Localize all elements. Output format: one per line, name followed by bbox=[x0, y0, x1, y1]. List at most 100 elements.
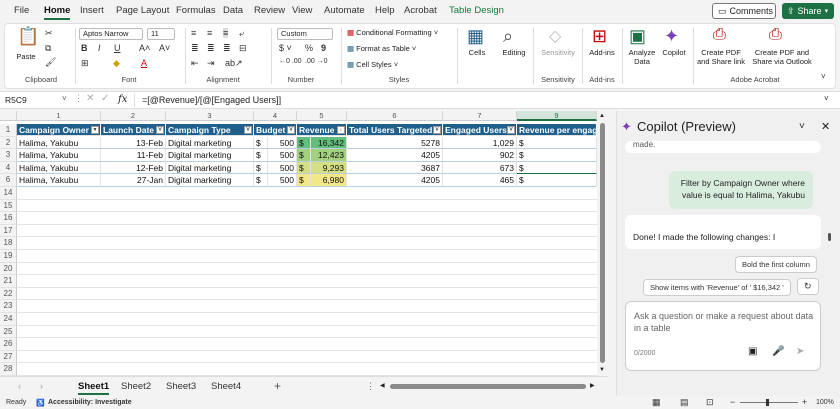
table-cell-rpe[interactable]: $ bbox=[517, 149, 597, 162]
row-header[interactable]: 1 bbox=[0, 124, 17, 137]
table-cell-type[interactable]: Digital marketing bbox=[166, 161, 254, 175]
row-header[interactable]: 2 bbox=[0, 136, 17, 150]
font-size-select[interactable]: 11 bbox=[147, 28, 175, 40]
sheet-tab-sheet3[interactable]: Sheet3 bbox=[166, 381, 196, 392]
normal-view-icon[interactable]: ▦ bbox=[652, 397, 661, 408]
worksheet-grid[interactable]: 1 2 3 4 5 6 7 8 9 1234614151617181920212… bbox=[0, 111, 608, 376]
table-cell-owner[interactable]: Halima, Yakubu bbox=[17, 149, 101, 162]
font-name-select[interactable]: Aptos Narrow bbox=[79, 28, 143, 40]
zoom-slider[interactable] bbox=[740, 402, 798, 403]
column-header[interactable]: 2 bbox=[101, 111, 166, 121]
conditional-formatting-button[interactable]: ▦ Conditional Formatting ˅ bbox=[347, 28, 438, 37]
cells-button[interactable]: Cells bbox=[461, 48, 493, 57]
addins-button[interactable]: Add-ins bbox=[585, 48, 619, 57]
chevron-down-icon[interactable]: ˅ bbox=[799, 121, 805, 132]
fill-color-icon[interactable]: ◆ bbox=[113, 58, 120, 69]
add-sheet-icon[interactable]: + bbox=[274, 379, 281, 393]
send-icon[interactable]: ➤ bbox=[796, 346, 804, 357]
menu-view[interactable]: View bbox=[292, 5, 312, 16]
decrease-font-icon[interactable]: A˅ bbox=[159, 43, 170, 53]
column-header[interactable]: 1 bbox=[17, 111, 101, 121]
filter-dropdown-icon[interactable]: ˅ bbox=[507, 126, 515, 134]
zoom-slider-thumb[interactable] bbox=[766, 399, 769, 406]
next-sheet-icon[interactable]: › bbox=[40, 381, 43, 391]
suggestion-show-items[interactable]: Show items with 'Revenue' of ' $16,342 ' bbox=[643, 279, 791, 296]
sensitivity-button[interactable]: Sensitivity bbox=[537, 48, 579, 57]
underline-icon[interactable]: U bbox=[114, 43, 121, 53]
suggestion-bold-first-column[interactable]: Bold the first column bbox=[735, 256, 817, 273]
table-cell-type[interactable]: Digital marketing bbox=[166, 149, 254, 162]
table-cell-rcur[interactable]: $ bbox=[297, 136, 311, 150]
table-cell-rpe[interactable]: $ bbox=[517, 136, 597, 150]
filter-dropdown-icon[interactable]: ˅ bbox=[156, 126, 164, 134]
copy-icon[interactable]: ⧉ bbox=[45, 43, 51, 54]
row-header[interactable]: 24 bbox=[0, 313, 17, 326]
close-icon[interactable]: ✕ bbox=[821, 120, 830, 133]
borders-icon[interactable]: ⊞ bbox=[81, 58, 89, 69]
accessibility-status[interactable]: Accessibility: Investigate bbox=[48, 399, 132, 406]
collapse-ribbon-icon[interactable]: ˅ bbox=[821, 72, 826, 81]
table-cell-date[interactable]: 27-Jan bbox=[101, 174, 166, 187]
sensitivity-icon[interactable]: ◇ bbox=[549, 26, 561, 46]
formula-input[interactable]: =[@Revenue]/[@[Engaged Users]] bbox=[142, 95, 281, 105]
orientation-icon[interactable]: ab↗ bbox=[225, 58, 243, 69]
refresh-suggestions-icon[interactable]: ↻ bbox=[797, 278, 819, 295]
table-cell-cur[interactable]: $ bbox=[254, 149, 268, 162]
editing-button[interactable]: Editing bbox=[497, 48, 531, 57]
column-header-selected[interactable]: 9 bbox=[517, 111, 597, 121]
bold-icon[interactable]: B bbox=[81, 43, 88, 53]
comments-button[interactable]: ▭ Comments bbox=[712, 3, 776, 19]
table-cell-targeted[interactable]: 4205 bbox=[347, 149, 443, 162]
search-icon[interactable]: ⌕ bbox=[503, 26, 513, 47]
table-cell-budget[interactable]: 500 bbox=[268, 136, 297, 150]
zoom-level[interactable]: 100% bbox=[816, 399, 834, 406]
row-header[interactable]: 18 bbox=[0, 237, 17, 250]
table-cell-revenue[interactable]: 16,342 bbox=[311, 136, 347, 150]
row-header[interactable]: 27 bbox=[0, 350, 17, 364]
font-color-icon[interactable]: A bbox=[141, 58, 147, 68]
row-header[interactable]: 17 bbox=[0, 224, 17, 238]
table-cell-budget[interactable]: 500 bbox=[268, 174, 297, 187]
decrease-decimal-icon[interactable]: .00 →0 bbox=[305, 58, 328, 65]
currency-icon[interactable]: $ ˅ bbox=[279, 43, 292, 53]
pdf-icon[interactable]: ⎙ bbox=[713, 26, 726, 44]
table-cell-date[interactable]: 12-Feb bbox=[101, 161, 166, 175]
cell-styles-button[interactable]: ▦ Cell Styles ˅ bbox=[347, 60, 398, 69]
table-cell-rpe[interactable]: $ bbox=[517, 161, 597, 175]
align-left-icon[interactable]: ≣ bbox=[191, 43, 199, 54]
horizontal-scrollbar[interactable]: ◀ ▶ bbox=[380, 383, 598, 390]
wrap-text-icon[interactable]: ⤶ bbox=[239, 28, 244, 39]
row-header[interactable]: 6 bbox=[0, 174, 17, 187]
column-header[interactable]: 3 bbox=[166, 111, 254, 121]
align-right-icon[interactable]: ≣ bbox=[223, 43, 231, 54]
row-header[interactable]: 19 bbox=[0, 250, 17, 263]
italic-icon[interactable]: I bbox=[98, 43, 101, 53]
menu-home[interactable]: Home bbox=[44, 5, 71, 20]
menu-acrobat[interactable]: Acrobat bbox=[404, 5, 437, 16]
scroll-down-icon[interactable]: ▼ bbox=[599, 367, 605, 373]
table-header-cell[interactable]: Engaged Users ˅ bbox=[443, 124, 517, 136]
menu-table-design[interactable]: Table Design bbox=[449, 5, 504, 16]
row-header[interactable]: 4 bbox=[0, 161, 17, 175]
page-layout-view-icon[interactable]: ▤ bbox=[680, 397, 689, 408]
row-header[interactable]: 25 bbox=[0, 325, 17, 339]
horizontal-scroll-thumb[interactable] bbox=[390, 384, 586, 389]
merge-icon[interactable]: ⊟ bbox=[239, 43, 247, 54]
filter-dropdown-icon[interactable]: ˅ bbox=[244, 126, 252, 134]
table-cell-cur[interactable]: $ bbox=[254, 174, 268, 187]
menu-review[interactable]: Review bbox=[254, 5, 285, 16]
select-all-corner[interactable] bbox=[0, 111, 17, 121]
table-cell-targeted[interactable]: 3687 bbox=[347, 161, 443, 175]
format-painter-icon[interactable]: 🖌 bbox=[45, 57, 56, 68]
filter-applied-icon[interactable]: ▼ bbox=[91, 126, 99, 134]
row-header[interactable]: 3 bbox=[0, 149, 17, 162]
more-options-icon[interactable]: ⋮ bbox=[366, 381, 375, 392]
filter-dropdown-icon[interactable]: ˅ bbox=[433, 126, 441, 134]
pdf-outlook-icon[interactable]: ⎙ bbox=[769, 26, 782, 44]
menu-formulas[interactable]: Formulas bbox=[176, 5, 216, 16]
row-header[interactable]: 21 bbox=[0, 275, 17, 288]
table-cell-revenue[interactable]: 6,980 bbox=[311, 174, 347, 187]
table-header-cell[interactable]: Total Users Targeted ˅ bbox=[347, 124, 443, 136]
table-cell-revenue[interactable]: 9,293 bbox=[311, 161, 347, 175]
insert-function-icon[interactable]: fx bbox=[118, 94, 127, 105]
